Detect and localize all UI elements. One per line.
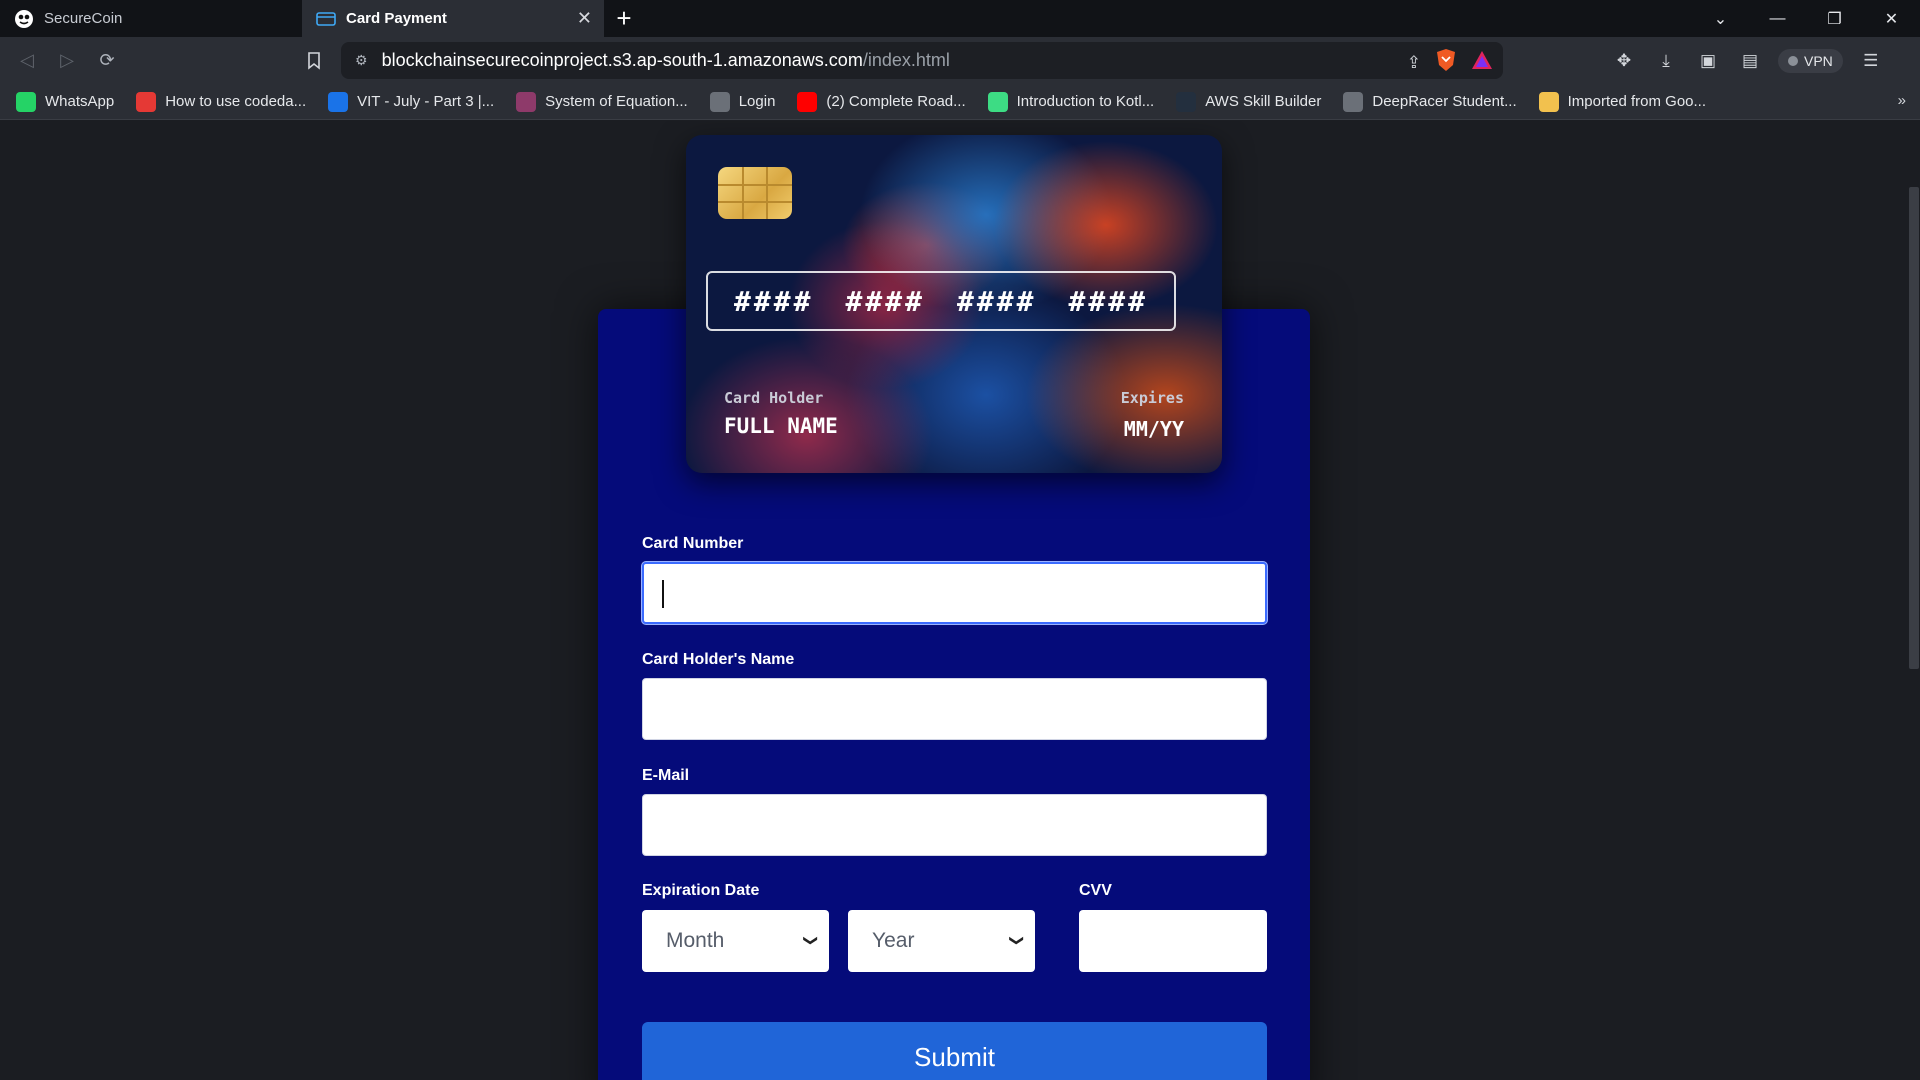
securecoin-favicon-icon	[14, 9, 34, 29]
forward-icon[interactable]: ▷	[47, 41, 87, 81]
bookmark-label: Introduction to Kotl...	[1016, 93, 1155, 110]
tab-strip: SecureCoin Card Payment ✕ + ⌄ — ❐ ✕	[0, 0, 1920, 37]
back-icon[interactable]: ◁	[7, 41, 47, 81]
card-holder-name-label: Card Holder's Name	[642, 651, 795, 668]
close-tab-icon[interactable]: ✕	[577, 8, 592, 29]
bookmark-icon[interactable]	[294, 41, 334, 81]
bookmark-label: DeepRacer Student...	[1372, 93, 1517, 110]
chevron-down-icon: ❯	[803, 934, 820, 947]
bookmark-label: AWS Skill Builder	[1205, 93, 1322, 110]
scrollbar-thumb[interactable]	[1909, 187, 1919, 669]
bookmark-item[interactable]: DeepRacer Student...	[1343, 91, 1517, 112]
vpn-label: VPN	[1804, 52, 1833, 69]
page-content: #### #### #### #### Card Holder FULL NAM…	[0, 121, 1920, 1080]
card-favicon-icon	[316, 9, 336, 29]
bookmarks-bar: WhatsApp How to use codeda... VIT - July -…	[0, 84, 1920, 120]
deepracer-icon	[1343, 91, 1364, 112]
globe-icon	[709, 91, 730, 112]
wallet-icon[interactable]: ▤	[1736, 47, 1764, 75]
chevron-down-icon: ❯	[1009, 934, 1026, 947]
card-number-label: Card Number	[642, 535, 744, 552]
vpn-status-icon	[1788, 55, 1798, 66]
card-number-group: ####	[1068, 284, 1148, 318]
card-number-group: ####	[845, 284, 925, 318]
card-expires-value: MM/YY	[1123, 417, 1184, 441]
tab-card-payment[interactable]: Card Payment ✕	[302, 0, 604, 37]
whatsapp-icon	[16, 91, 36, 112]
menu-icon[interactable]: ☰	[1857, 47, 1885, 75]
extensions-icon[interactable]: ✥	[1610, 47, 1638, 75]
credit-card-preview: #### #### #### #### Card Holder FULL NAM…	[686, 135, 1222, 473]
share-icon[interactable]: ⇪	[1407, 53, 1421, 73]
bookmark-item[interactable]: How to use codeda...	[136, 91, 307, 112]
bookmark-item[interactable]: (2) Complete Road...	[797, 91, 966, 112]
folder-icon	[1538, 91, 1559, 112]
card-holder-value: FULL NAME	[724, 414, 838, 438]
bookmark-label: (2) Complete Road...	[826, 93, 966, 110]
browser-toolbar: ◁ ▷ ⟳ ⚙ blockchainsecurecoinproject.s3.a…	[0, 37, 1920, 84]
url-text[interactable]: blockchainsecurecoinproject.s3.ap-south-…	[382, 50, 950, 71]
youtube-icon	[797, 91, 818, 112]
card-expires-label: Expires	[1120, 389, 1184, 407]
card-chip-icon	[718, 167, 792, 219]
bookmark-label: VIT - July - Part 3 |...	[357, 93, 495, 110]
email-label: E-Mail	[642, 767, 690, 784]
sidebar-icon[interactable]: ▣	[1694, 47, 1722, 75]
android-icon	[987, 91, 1008, 112]
bookmark-item[interactable]: VIT - July - Part 3 |...	[328, 91, 495, 112]
year-select-value: Year	[872, 929, 915, 952]
codedamn-icon	[136, 91, 157, 112]
bookmark-label: How to use codeda...	[165, 93, 307, 110]
card-number-group: ####	[957, 284, 1037, 318]
bookmark-item[interactable]: System of Equation...	[516, 91, 688, 112]
expiration-date-label: Expiration Date	[642, 882, 760, 899]
text-caret	[662, 580, 664, 608]
bookmark-item[interactable]: Imported from Goo...	[1538, 91, 1707, 112]
cvv-input[interactable]	[1079, 910, 1267, 972]
tab-securecoin[interactable]: SecureCoin	[0, 0, 302, 37]
card-holder-name-input[interactable]	[642, 678, 1267, 740]
aws-icon	[1176, 91, 1197, 112]
bookmark-label: System of Equation...	[545, 93, 688, 110]
card-number-display: #### #### #### ####	[706, 271, 1176, 331]
year-select[interactable]: Year ❯	[848, 910, 1035, 972]
site-settings-icon[interactable]: ⚙	[355, 52, 368, 69]
cvv-label: CVV	[1079, 882, 1112, 899]
bookmark-label: Login	[738, 93, 776, 110]
bookmarks-overflow-icon[interactable]: »	[1898, 92, 1906, 109]
new-tab-button[interactable]: +	[604, 0, 644, 37]
page-icon	[516, 91, 537, 112]
brave-shields-icon[interactable]	[1435, 48, 1457, 77]
vpn-button[interactable]: VPN	[1778, 48, 1843, 73]
bookmark-item[interactable]: AWS Skill Builder	[1176, 91, 1322, 112]
card-number-input[interactable]	[642, 562, 1267, 624]
bookmark-label: WhatsApp	[45, 93, 115, 110]
tab-search-chevron-icon[interactable]: ⌄	[1692, 9, 1749, 29]
address-bar[interactable]: ⚙ blockchainsecurecoinproject.s3.ap-sout…	[341, 42, 1503, 79]
card-number-group: ####	[734, 284, 814, 318]
bookmark-item[interactable]: WhatsApp	[16, 91, 115, 112]
scrollbar[interactable]	[1908, 121, 1920, 1080]
card-holder-label: Card Holder	[724, 389, 824, 407]
coursera-icon	[328, 91, 349, 112]
bookmark-item[interactable]: Login	[709, 91, 776, 112]
reload-icon[interactable]: ⟳	[87, 41, 127, 81]
bookmark-item[interactable]: Introduction to Kotl...	[987, 91, 1155, 112]
month-select[interactable]: Month ❯	[642, 910, 829, 972]
submit-button[interactable]: Submit	[642, 1022, 1267, 1080]
bookmark-label: Imported from Goo...	[1567, 93, 1707, 110]
month-select-value: Month	[666, 929, 725, 952]
minimize-icon[interactable]: —	[1749, 10, 1806, 28]
maximize-icon[interactable]: ❐	[1806, 9, 1863, 29]
close-window-icon[interactable]: ✕	[1863, 9, 1920, 29]
tab-title: SecureCoin	[44, 10, 123, 27]
download-icon[interactable]: ⤓	[1652, 47, 1680, 75]
brave-rewards-icon[interactable]	[1471, 50, 1493, 75]
tab-title: Card Payment	[346, 10, 447, 27]
email-input[interactable]	[642, 794, 1267, 856]
